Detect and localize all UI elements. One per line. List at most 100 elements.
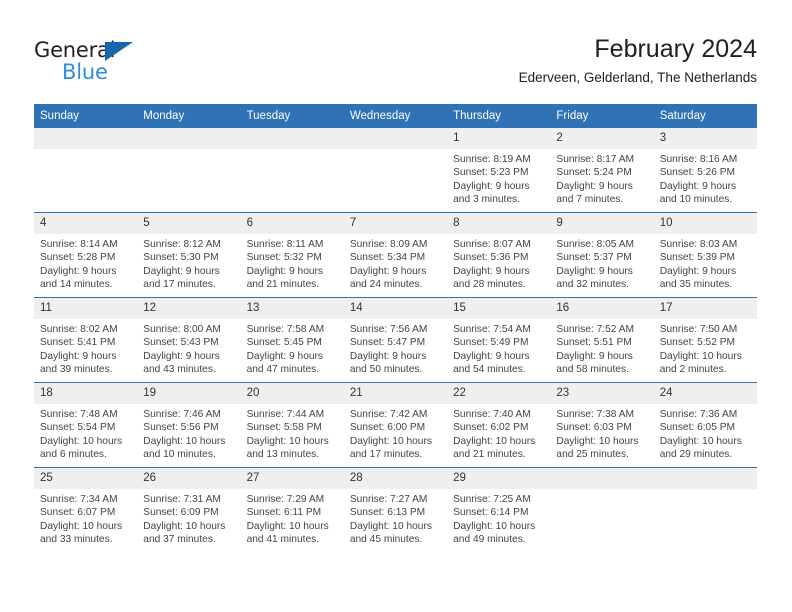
calendar-day-cell-empty [34,128,138,213]
page-header: General Blue February 2024 Ederveen, Gel… [0,0,792,100]
day-details: Sunrise: 7:36 AM Sunset: 6:05 PM Daylight:… [654,404,757,462]
daylight-duration-line2: and 2 minutes. [659,364,727,376]
general-blue-logo: General Blue [34,38,164,86]
calendar-day-cell[interactable]: 18 Sunrise: 7:48 AM Sunset: 5:54 PM Dayligh… [34,382,138,468]
calendar-day-cell[interactable]: 16 Sunrise: 7:52 AM Sunset: 5:51 PM Dayligh… [550,297,654,383]
calendar-day-cell-empty [240,128,344,213]
day-number: 20 [240,383,344,404]
daylight-duration-line1: Daylight: 10 hours [143,435,226,447]
calendar-day-cell[interactable]: 12 Sunrise: 8:00 AM Sunset: 5:43 PM Dayligh… [137,297,241,383]
calendar-day-cell[interactable]: 21 Sunrise: 7:42 AM Sunset: 6:00 PM Dayligh… [343,382,448,468]
day-number: 14 [343,298,448,319]
calendar-day-cell[interactable]: 26 Sunrise: 7:31 AM Sunset: 6:09 PM Dayligh… [137,467,241,552]
calendar-day-cell[interactable]: 29 Sunrise: 7:25 AM Sunset: 6:14 PM Dayligh… [447,467,551,552]
calendar-day-cell[interactable]: 24 Sunrise: 7:36 AM Sunset: 6:05 PM Dayligh… [653,382,757,468]
day-number: 10 [653,213,757,234]
daylight-duration-line1: Daylight: 9 hours [246,265,324,277]
day-number [137,128,241,149]
sunrise-time: Sunrise: 8:07 AM [453,239,531,250]
calendar-day-cell[interactable]: 7 Sunrise: 8:09 AM Sunset: 5:34 PM Daylight… [343,212,448,298]
calendar-day-cell[interactable]: 9 Sunrise: 8:05 AM Sunset: 5:37 PM Daylight… [550,212,654,298]
sunrise-time: Sunrise: 7:46 AM [143,409,221,420]
day-number: 16 [550,298,654,319]
calendar-day-cell[interactable]: 17 Sunrise: 7:50 AM Sunset: 5:52 PM Dayligh… [653,297,757,383]
day-number: 8 [447,213,551,234]
calendar-day-cell[interactable]: 6 Sunrise: 8:11 AM Sunset: 5:32 PM Daylight… [240,212,344,298]
sunrise-time: Sunrise: 8:12 AM [143,239,221,250]
sunset-time: Sunset: 5:28 PM [40,252,116,264]
calendar-header-row: Sunday Monday Tuesday Wednesday Thursday… [34,104,757,128]
sunrise-time: Sunrise: 8:03 AM [659,239,738,250]
calendar-week-row: 11 Sunrise: 8:02 AM Sunset: 5:41 PM Dayligh… [34,297,757,383]
calendar-day-cell[interactable]: 8 Sunrise: 8:07 AM Sunset: 5:36 PM Daylight… [447,212,551,298]
sunrise-time: Sunrise: 7:48 AM [40,409,118,420]
day-details: Sunrise: 7:38 AM Sunset: 6:03 PM Daylight:… [550,404,653,462]
weekday-header-tuesday: Tuesday [240,104,344,128]
day-number: 23 [550,383,654,404]
calendar-day-cell[interactable]: 11 Sunrise: 8:02 AM Sunset: 5:41 PM Dayligh… [34,297,138,383]
daylight-duration-line2: and 3 minutes. [453,194,520,206]
day-number: 29 [447,468,551,489]
page-title: February 2024 [594,35,757,63]
sunset-time: Sunset: 5:52 PM [659,337,736,349]
calendar-day-cell[interactable]: 1 Sunrise: 8:19 AM Sunset: 5:23 PM Daylight… [447,128,551,213]
day-number [343,128,448,149]
calendar-day-cell[interactable]: 13 Sunrise: 7:58 AM Sunset: 5:45 PM Dayligh… [240,297,344,383]
sunrise-time: Sunrise: 7:31 AM [143,494,221,505]
daylight-duration-line1: Daylight: 10 hours [143,520,226,532]
day-details: Sunrise: 8:17 AM Sunset: 5:24 PM Daylight:… [550,149,653,207]
sunrise-time: Sunrise: 7:40 AM [453,409,531,420]
calendar-day-cell[interactable]: 28 Sunrise: 7:27 AM Sunset: 6:13 PM Dayligh… [343,467,448,552]
weekday-header-monday: Monday [137,104,241,128]
day-details: Sunrise: 8:05 AM Sunset: 5:37 PM Daylight:… [550,234,653,292]
weekday-header-sunday: Sunday [34,104,138,128]
daylight-duration-line2: and 21 minutes. [246,279,320,291]
day-details: Sunrise: 8:12 AM Sunset: 5:30 PM Daylight:… [137,234,240,292]
sunrise-time: Sunrise: 7:42 AM [349,409,428,420]
calendar-week-row: 1 Sunrise: 8:19 AM Sunset: 5:23 PM Daylight… [34,128,757,213]
weekday-header-wednesday: Wednesday [343,104,448,128]
day-number [34,128,138,149]
calendar-day-cell[interactable]: 14 Sunrise: 7:56 AM Sunset: 5:47 PM Dayligh… [343,297,448,383]
daylight-duration-line2: and 58 minutes. [556,364,629,376]
calendar-day-cell[interactable]: 20 Sunrise: 7:44 AM Sunset: 5:58 PM Dayligh… [240,382,344,468]
daylight-duration-line1: Daylight: 10 hours [453,520,536,532]
day-number: 7 [343,213,448,234]
day-details: Sunrise: 7:44 AM Sunset: 5:58 PM Daylight:… [241,404,344,462]
day-number: 2 [550,128,654,149]
calendar-day-cell[interactable]: 4 Sunrise: 8:14 AM Sunset: 5:28 PM Daylight… [34,212,138,298]
day-number: 13 [240,298,344,319]
calendar-day-cell[interactable]: 10 Sunrise: 8:03 AM Sunset: 5:39 PM Dayligh… [653,212,757,298]
calendar-day-cell[interactable]: 5 Sunrise: 8:12 AM Sunset: 5:30 PM Daylight… [137,212,241,298]
calendar-day-cell[interactable]: 27 Sunrise: 7:29 AM Sunset: 6:11 PM Dayligh… [240,467,344,552]
calendar-day-cell[interactable]: 2 Sunrise: 8:17 AM Sunset: 5:24 PM Daylight… [550,128,654,213]
sunset-time: Sunset: 6:09 PM [143,507,219,519]
sunrise-time: Sunrise: 8:11 AM [246,239,324,250]
day-details: Sunrise: 7:52 AM Sunset: 5:51 PM Daylight:… [550,319,653,377]
sunset-time: Sunset: 5:36 PM [453,252,529,264]
daylight-duration-line1: Daylight: 9 hours [556,180,633,192]
day-number: 26 [137,468,241,489]
sunset-time: Sunset: 5:37 PM [556,252,632,264]
sunset-time: Sunset: 6:13 PM [349,507,426,519]
calendar-day-cell[interactable]: 19 Sunrise: 7:46 AM Sunset: 5:56 PM Dayligh… [137,382,241,468]
daylight-duration-line1: Daylight: 9 hours [556,265,633,277]
sunset-time: Sunset: 5:23 PM [453,167,529,179]
daylight-duration-line2: and 6 minutes. [40,449,107,461]
logo-triangle-icon [105,42,133,61]
daylight-duration-line2: and 21 minutes. [453,449,526,461]
calendar-day-cell[interactable]: 3 Sunrise: 8:16 AM Sunset: 5:26 PM Daylight… [653,128,757,213]
calendar-day-cell[interactable]: 15 Sunrise: 7:54 AM Sunset: 5:49 PM Dayligh… [447,297,551,383]
day-details: Sunrise: 8:02 AM Sunset: 5:41 PM Daylight:… [34,319,137,377]
sunrise-time: Sunrise: 7:44 AM [246,409,325,420]
calendar-week-row: 18 Sunrise: 7:48 AM Sunset: 5:54 PM Dayligh… [34,382,757,468]
daylight-duration-line1: Daylight: 10 hours [40,520,123,532]
day-details: Sunrise: 7:50 AM Sunset: 5:52 PM Daylight:… [654,319,757,377]
calendar-day-cell[interactable]: 23 Sunrise: 7:38 AM Sunset: 6:03 PM Dayligh… [550,382,654,468]
daylight-duration-line1: Daylight: 10 hours [453,435,536,447]
calendar-day-cell[interactable]: 22 Sunrise: 7:40 AM Sunset: 6:02 PM Dayligh… [447,382,551,468]
calendar-day-cell[interactable]: 25 Sunrise: 7:34 AM Sunset: 6:07 PM Dayligh… [34,467,138,552]
day-number: 11 [34,298,138,319]
daylight-duration-line1: Daylight: 9 hours [40,350,117,362]
sunrise-time: Sunrise: 7:50 AM [659,324,738,335]
